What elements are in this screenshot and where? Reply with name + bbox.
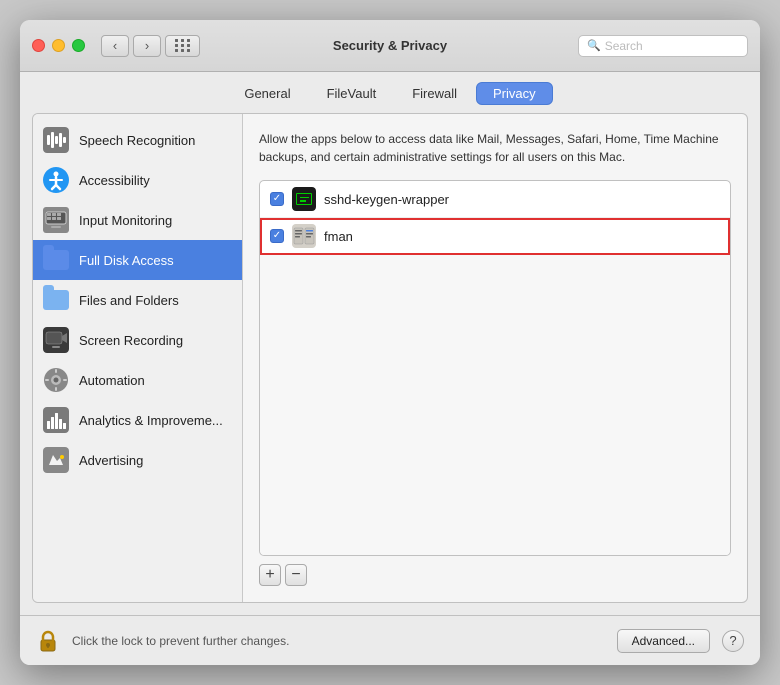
grid-button[interactable] <box>165 35 200 57</box>
apps-list: ✓ sshd-keygen-wrapper <box>259 180 731 556</box>
sidebar-item-speech-recognition[interactable]: Speech Recognition <box>33 120 242 160</box>
window-title: Security & Privacy <box>333 38 447 53</box>
app-row-fman[interactable]: ✓ <box>260 218 730 255</box>
sidebar-item-accessibility[interactable]: Accessibility <box>33 160 242 200</box>
main-window: ‹ › Security & Privacy 🔍 Search General … <box>20 20 760 665</box>
sidebar-label-advertising: Advertising <box>79 453 143 468</box>
sidebar-item-input-monitoring[interactable]: Input Monitoring <box>33 200 242 240</box>
help-button[interactable]: ? <box>722 630 744 652</box>
app-row-sshd[interactable]: ✓ sshd-keygen-wrapper <box>260 181 730 218</box>
full-disk-icon <box>43 247 69 273</box>
advertising-icon <box>43 447 69 473</box>
lock-text: Click the lock to prevent further change… <box>72 634 605 648</box>
sshd-app-icon <box>292 187 316 211</box>
description-text: Allow the apps below to access data like… <box>259 130 731 166</box>
sidebar-label-automation: Automation <box>79 373 145 388</box>
titlebar: ‹ › Security & Privacy 🔍 Search <box>20 20 760 72</box>
fman-app-icon <box>292 224 316 248</box>
traffic-lights <box>32 39 85 52</box>
tabs-bar: General FileVault Firewall Privacy <box>20 72 760 113</box>
sidebar-item-files-folders[interactable]: Files and Folders <box>33 280 242 320</box>
remove-app-button[interactable]: − <box>285 564 307 586</box>
search-icon: 🔍 <box>587 39 601 52</box>
content-area: Speech Recognition Access <box>20 113 760 615</box>
terminal-icon <box>296 193 312 205</box>
tab-privacy[interactable]: Privacy <box>476 82 553 105</box>
checkbox-sshd[interactable]: ✓ <box>270 192 284 206</box>
sidebar-label-input: Input Monitoring <box>79 213 172 228</box>
lock-icon[interactable] <box>36 629 60 653</box>
tab-firewall[interactable]: Firewall <box>395 82 474 105</box>
tab-general[interactable]: General <box>227 82 307 105</box>
add-app-button[interactable]: + <box>259 564 281 586</box>
nav-buttons: ‹ › <box>101 35 161 57</box>
sidebar-label-speech: Speech Recognition <box>79 133 195 148</box>
advanced-button[interactable]: Advanced... <box>617 629 710 653</box>
analytics-icon <box>43 407 69 433</box>
speech-recognition-icon <box>43 127 69 153</box>
app-name-sshd: sshd-keygen-wrapper <box>324 192 449 207</box>
search-input[interactable]: Search <box>605 39 643 53</box>
list-controls: + − <box>259 564 731 586</box>
accessibility-icon <box>43 167 69 193</box>
input-monitoring-icon <box>43 207 69 233</box>
back-button[interactable]: ‹ <box>101 35 129 57</box>
files-folders-icon <box>43 287 69 313</box>
sidebar-label-files: Files and Folders <box>79 293 179 308</box>
inner-panel: Speech Recognition Access <box>32 113 748 603</box>
sidebar-item-screen-recording[interactable]: Screen Recording <box>33 320 242 360</box>
automation-icon <box>43 367 69 393</box>
checkmark-sshd: ✓ <box>273 194 281 204</box>
minimize-button[interactable] <box>52 39 65 52</box>
sidebar-label-accessibility: Accessibility <box>79 173 150 188</box>
search-box[interactable]: 🔍 Search <box>578 35 748 57</box>
app-name-fman: fman <box>324 229 353 244</box>
close-button[interactable] <box>32 39 45 52</box>
footer-bar: Click the lock to prevent further change… <box>20 615 760 665</box>
sidebar-item-full-disk-access[interactable]: Full Disk Access <box>33 240 242 280</box>
sidebar-label-screen: Screen Recording <box>79 333 183 348</box>
checkmark-fman: ✓ <box>273 231 281 241</box>
sidebar-label-analytics: Analytics & Improveme... <box>79 413 223 428</box>
tab-filevault[interactable]: FileVault <box>310 82 394 105</box>
main-panel: Allow the apps below to access data like… <box>243 114 747 602</box>
checkbox-fman[interactable]: ✓ <box>270 229 284 243</box>
sidebar-label-disk: Full Disk Access <box>79 253 174 268</box>
apps-list-empty <box>260 255 730 555</box>
sidebar: Speech Recognition Access <box>33 114 243 602</box>
sidebar-item-automation[interactable]: Automation <box>33 360 242 400</box>
forward-button[interactable]: › <box>133 35 161 57</box>
grid-icon <box>175 39 191 52</box>
sidebar-item-advertising[interactable]: Advertising <box>33 440 242 480</box>
maximize-button[interactable] <box>72 39 85 52</box>
sidebar-item-analytics[interactable]: Analytics & Improveme... <box>33 400 242 440</box>
screen-recording-icon <box>43 327 69 353</box>
